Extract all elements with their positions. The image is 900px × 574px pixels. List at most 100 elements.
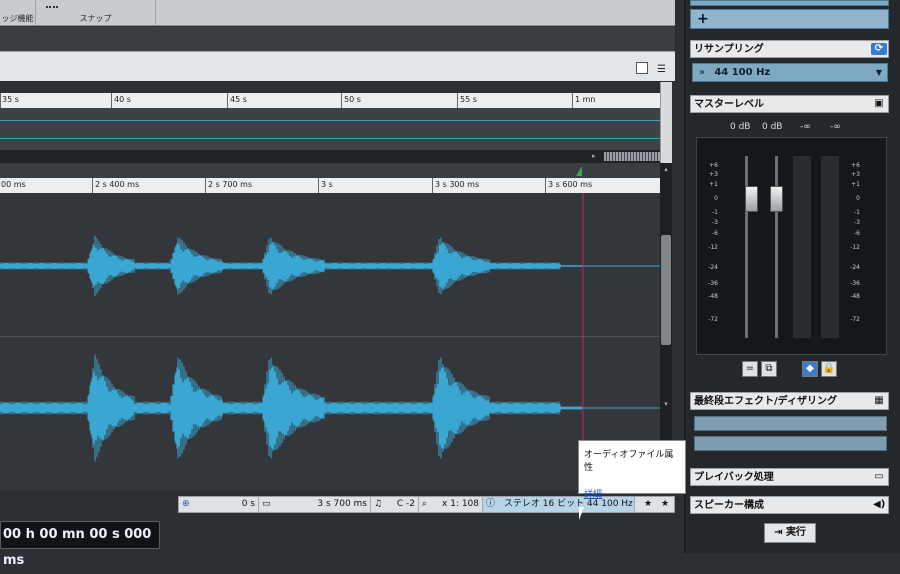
pitch-icon: ♫	[374, 499, 383, 509]
overview-vscroll[interactable]	[660, 82, 672, 163]
dither-icon[interactable]: ◆	[802, 361, 818, 377]
toolbar-group-snap: スナップ	[36, 0, 156, 26]
speaker-config-title: スピーカー構成	[694, 500, 764, 511]
toolbar-group-label: ッジ機能	[1, 14, 34, 23]
final-effects-header[interactable]: 最終段エフェクト/ディザリング ▦	[690, 392, 889, 410]
scale-label: -48	[850, 293, 860, 300]
pitch-field[interactable]: ♫ C -2	[371, 497, 419, 512]
overview-ruler[interactable]: 35 s 40 s 45 s 50 s 55 s 1 mn	[0, 93, 660, 108]
toolbar-group-label: スナップ	[79, 14, 112, 23]
final-effect-slot-2[interactable]	[694, 436, 887, 451]
ruler-label: 3 s 600 ms	[548, 180, 593, 189]
tooltip-title: オーディオファイル属性	[584, 450, 674, 473]
scale-label: -36	[850, 280, 860, 287]
scale-label: -36	[708, 280, 718, 287]
execute-icon: ⇥	[774, 527, 783, 538]
fader-right[interactable]	[770, 186, 783, 212]
scale-label: -24	[850, 264, 860, 271]
scale-label: 0	[856, 195, 860, 202]
ruler-label: 3 s 300 ms	[435, 180, 480, 189]
cursor-position-field[interactable]: ⊕ 0 s	[179, 497, 259, 512]
cursor-marker-icon[interactable]	[576, 166, 582, 176]
meter-bar-right	[821, 156, 839, 338]
resampling-toggle-icon[interactable]: ⟳	[871, 43, 887, 55]
vertical-scroll-thumb[interactable]	[661, 235, 671, 345]
resampling-select[interactable]: » 44 100 Hz ▼	[692, 63, 888, 82]
ruler-label: 2 s 400 ms	[95, 180, 140, 189]
tooltip: オーディオファイル属性 詳細	[578, 440, 686, 500]
peak-readout-right: -∞	[830, 122, 841, 132]
scale-label: 0	[714, 195, 718, 202]
meter-bar-left	[793, 156, 811, 338]
wave-panel-header: ☰	[0, 51, 675, 81]
scale-label: +6	[709, 162, 718, 169]
toolbar-group-edit: ッジ機能	[0, 0, 36, 26]
zoom-icon: ⌕	[422, 499, 428, 509]
scale-label: +3	[851, 171, 860, 178]
lock-icon[interactable]: 🔒	[821, 361, 837, 377]
pitch-value: C -2	[396, 499, 415, 509]
panel-menu-icon[interactable]: ☰	[657, 64, 666, 75]
ruler-label: 45 s	[230, 95, 247, 104]
panel-options-icon[interactable]: ▣	[873, 98, 885, 110]
playback-processing-title: プレイバック処理	[694, 472, 774, 483]
master-readout-left: 0 dB	[730, 122, 751, 132]
overview-track[interactable]	[0, 108, 660, 150]
fader-left[interactable]	[745, 186, 758, 212]
resampling-title: リサンプリング	[694, 44, 764, 55]
ruler-label: 55 s	[460, 95, 477, 104]
scroll-up-icon[interactable]: ▴	[661, 165, 671, 175]
mouse-cursor-icon	[579, 507, 584, 520]
ruler-label: 00 ms	[1, 180, 26, 189]
waveform-left-channel	[0, 236, 660, 296]
waveform-right-channel	[0, 354, 660, 462]
scroll-down-icon[interactable]: ▾	[661, 400, 671, 410]
zoom-value: x 1: 108	[442, 499, 479, 509]
time-display[interactable]: 00 h 00 mn 00 s 000 ms	[0, 521, 160, 568]
link-faders-icon[interactable]: =	[742, 361, 758, 377]
cursor-position-icon: ⊕	[182, 499, 190, 509]
details-link[interactable]: 詳細	[584, 487, 680, 500]
length-field[interactable]: ▭ 3 s 700 ms	[259, 497, 371, 512]
ruler-label: 3 s	[321, 180, 333, 189]
resampling-header[interactable]: リサンプリング ⟳	[690, 40, 889, 58]
execute-button[interactable]: ⇥ 実行	[764, 523, 816, 543]
monitor-icon[interactable]: ▭	[873, 471, 885, 483]
chevron-down-icon: ▼	[875, 68, 882, 77]
scale-label: +1	[851, 181, 860, 188]
length-icon: ▭	[262, 499, 271, 509]
scale-label: -24	[708, 264, 718, 271]
main-ruler[interactable]: 00 ms 2 s 400 ms 2 s 700 ms 3 s 3 s 300 …	[0, 178, 660, 193]
master-level-header[interactable]: マスターレベル ▣	[690, 95, 889, 113]
speaker-config-header[interactable]: スピーカー構成 ◀)	[690, 496, 889, 514]
peak-readout-left: -∞	[800, 122, 811, 132]
ruler-label: 40 s	[114, 95, 131, 104]
resample-icon: »	[699, 67, 706, 78]
resampling-value: 44 100 Hz	[714, 67, 771, 78]
maximize-icon[interactable]	[636, 62, 648, 74]
final-effects-title: 最終段エフェクト/ディザリング	[694, 396, 837, 407]
horizontal-scrollbar[interactable]: ▸	[0, 150, 660, 163]
scroll-right-icon[interactable]: ▸	[592, 152, 602, 161]
waveform-track[interactable]	[0, 193, 660, 491]
scale-label: -3	[712, 219, 718, 226]
toolbar-strip: ッジ機能 スナップ	[0, 0, 675, 26]
scale-label: -72	[708, 316, 718, 323]
scale-label: -48	[708, 293, 718, 300]
scale-label: -6	[854, 230, 860, 237]
effects-slot[interactable]	[690, 0, 889, 6]
zoom-field[interactable]: ⌕ x 1: 108	[419, 497, 483, 512]
zoom-slider[interactable]	[604, 152, 660, 161]
mono-icon[interactable]: ⧉	[761, 361, 777, 377]
scale-label: -6	[712, 230, 718, 237]
marker-bar[interactable]	[0, 163, 660, 178]
final-effect-slot-1[interactable]	[694, 416, 887, 431]
add-plugin-button[interactable]: +	[690, 9, 889, 29]
playback-processing-header[interactable]: プレイバック処理 ▭	[690, 468, 889, 486]
scale-label: -1	[854, 209, 860, 216]
speaker-icon[interactable]: ◀)	[873, 499, 885, 511]
audio-format-value: ステレオ 16 ビット 44 100 Hz	[503, 499, 633, 509]
snap-icon[interactable]	[46, 0, 58, 8]
grid-icon[interactable]: ▦	[873, 395, 885, 407]
execute-label: 実行	[785, 527, 806, 538]
